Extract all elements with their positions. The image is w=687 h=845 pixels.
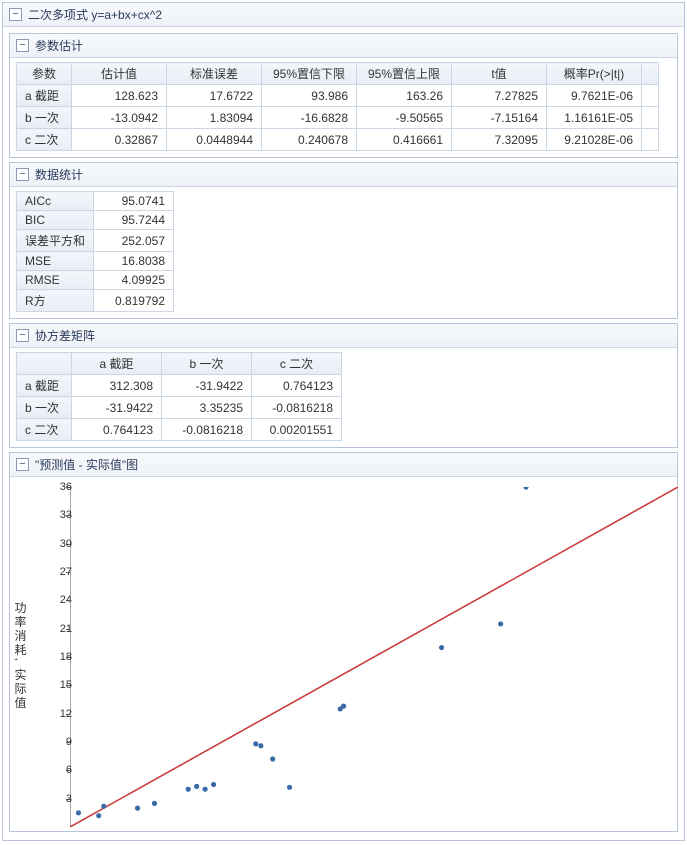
column-header xyxy=(17,353,72,375)
main-header: − 二次多项式 y=a+bx+cx^2 xyxy=(3,3,684,27)
chart-title: "预测值 - 实际值"图 xyxy=(35,456,138,473)
cov-header: − 协方差矩阵 xyxy=(10,324,677,348)
stats-title: 数据统计 xyxy=(35,166,83,183)
column-header: 标准误差 xyxy=(167,63,262,85)
column-header: 95%置信下限 xyxy=(262,63,357,85)
table-row: BIC95.7244 xyxy=(17,211,174,230)
column-header: c 二次 xyxy=(252,353,342,375)
table-row: a 截距312.308-31.94220.764123 xyxy=(17,375,342,397)
column-header: t值 xyxy=(452,63,547,85)
table-row: a 截距128.62317.672293.986163.267.278259.7… xyxy=(17,85,659,107)
chart-panel: − "预测值 - 实际值"图 功率消耗, 实际值 369121518212427… xyxy=(9,452,678,832)
collapse-icon[interactable]: − xyxy=(16,39,29,52)
column-header: b 一次 xyxy=(162,353,252,375)
table-row: 误差平方和252.057 xyxy=(17,230,174,252)
column-header: 概率Pr(>|t|) xyxy=(547,63,642,85)
table-row: AICc95.0741 xyxy=(17,192,174,211)
y-axis-label: 功率消耗, 实际值 xyxy=(12,602,29,711)
stats-table: AICc95.0741BIC95.7244误差平方和252.057MSE16.8… xyxy=(16,191,174,312)
cov-title: 协方差矩阵 xyxy=(35,327,95,344)
params-header: − 参数估计 xyxy=(10,34,677,58)
column-header: 95%置信上限 xyxy=(357,63,452,85)
column-header: 估计值 xyxy=(72,63,167,85)
table-row: R方0.819792 xyxy=(17,290,174,312)
column-header: a 截距 xyxy=(72,353,162,375)
table-row: MSE16.8038 xyxy=(17,252,174,271)
chart-header: − "预测值 - 实际值"图 xyxy=(10,453,677,477)
cov-panel: − 协方差矩阵 a 截距b 一次c 二次a 截距312.308-31.94220… xyxy=(9,323,678,448)
params-title: 参数估计 xyxy=(35,37,83,54)
collapse-icon[interactable]: − xyxy=(16,329,29,342)
table-row: c 二次0.764123-0.08162180.00201551 xyxy=(17,419,342,441)
stats-panel: − 数据统计 AICc95.0741BIC95.7244误差平方和252.057… xyxy=(9,162,678,319)
collapse-icon[interactable]: − xyxy=(9,8,22,21)
table-row: b 一次-13.09421.83094-16.6828-9.50565-7.15… xyxy=(17,107,659,129)
stats-header: − 数据统计 xyxy=(10,163,677,187)
main-title: 二次多项式 y=a+bx+cx^2 xyxy=(28,6,162,23)
column-header: 参数 xyxy=(17,63,72,85)
main-panel: − 二次多项式 y=a+bx+cx^2 − 参数估计 参数估计值标准误差95%置… xyxy=(2,2,685,841)
pred-actual-chart: 功率消耗, 实际值 369121518212427303336 xyxy=(10,481,687,831)
collapse-icon[interactable]: − xyxy=(16,168,29,181)
params-panel: − 参数估计 参数估计值标准误差95%置信下限95%置信上限t值概率Pr(>|t… xyxy=(9,33,678,158)
table-row: c 二次0.328670.04489440.2406780.4166617.32… xyxy=(17,129,659,151)
collapse-icon[interactable]: − xyxy=(16,458,29,471)
params-table: 参数估计值标准误差95%置信下限95%置信上限t值概率Pr(>|t|)a 截距1… xyxy=(16,62,659,151)
table-row: RMSE4.09925 xyxy=(17,271,174,290)
cov-table: a 截距b 一次c 二次a 截距312.308-31.94220.764123b… xyxy=(16,352,342,441)
table-row: b 一次-31.94223.35235-0.0816218 xyxy=(17,397,342,419)
plot-area xyxy=(70,487,682,827)
